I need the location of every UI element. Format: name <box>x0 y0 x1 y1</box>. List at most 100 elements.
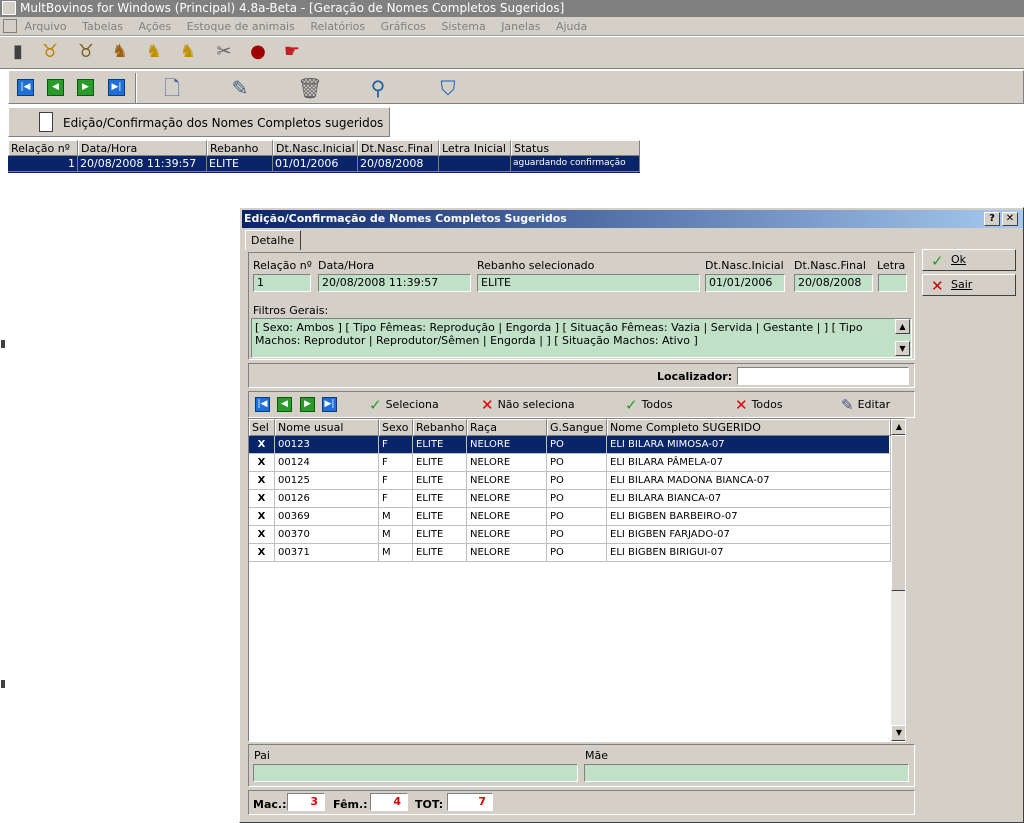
cow-head-icon[interactable]: ♉ <box>38 40 62 64</box>
table-row[interactable]: X 00124 F ELITE NELORE PO ELI BILARA PÂMELA-07 <box>249 454 891 472</box>
splitter-mark[interactable] <box>1 680 5 688</box>
todos-x-button[interactable]: ✕ Todos <box>735 397 783 413</box>
nav-last-icon[interactable]: ▶| <box>108 79 125 96</box>
bomb-icon[interactable]: ● <box>246 40 270 64</box>
cell-sangue: PO <box>547 436 607 454</box>
mae-field[interactable] <box>584 764 909 782</box>
col-sexo[interactable]: Sexo <box>379 419 413 436</box>
col-dt-final[interactable]: Dt.Nasc.Final <box>358 140 439 156</box>
toolbar-separator <box>135 73 137 103</box>
table-row[interactable]: X 00369 M ELITE NELORE PO ELI BIGBEN BARBEIRO-… <box>249 508 891 526</box>
menu-graficos[interactable]: Gráficos <box>381 17 426 36</box>
cell-nome-usual: 00123 <box>275 436 379 454</box>
pai-field[interactable] <box>253 764 578 782</box>
search-icon[interactable]: ⚲ <box>365 75 391 101</box>
col-rebanho[interactable]: Rebanho <box>207 140 273 156</box>
menu-relatorios[interactable]: Relatórios <box>310 17 365 36</box>
menu-tabelas[interactable]: Tabelas <box>82 17 123 36</box>
nav-first-icon[interactable]: |◀ <box>17 79 34 96</box>
col-letra[interactable]: Letra Inicial <box>439 140 511 156</box>
dt-inicial-field[interactable]: 01/01/2006 <box>705 274 785 292</box>
ok-button[interactable]: ✓ Ok <box>922 249 1016 271</box>
book-icon[interactable]: ▮ <box>6 40 30 64</box>
datahora-field[interactable]: 20/08/2008 11:39:57 <box>318 274 471 292</box>
calf-icon[interactable]: ♞ <box>142 40 166 64</box>
editar-button[interactable]: ✎ Editar <box>841 397 890 413</box>
relacao-field[interactable]: 1 <box>253 274 311 292</box>
nav-next-icon[interactable]: ▶ <box>77 79 94 96</box>
dt-final-field[interactable]: 20/08/2008 <box>794 274 873 292</box>
table-row[interactable]: X 00371 M ELITE NELORE PO ELI BIGBEN BIRIGUI-0… <box>249 544 891 562</box>
close-button[interactable]: ✕ <box>1002 212 1018 226</box>
col-sel[interactable]: Sel <box>249 419 275 436</box>
locator-panel: Localizador: <box>248 363 915 388</box>
new-document-icon[interactable]: 🗋 <box>159 75 185 101</box>
col-nome-usual[interactable]: Nome usual <box>275 419 379 436</box>
edit-confirm-header-button[interactable]: Edição/Confirmação dos Nomes Completos s… <box>8 107 390 137</box>
label-rebanho: Rebanho selecionado <box>477 259 595 272</box>
scroll-up-icon[interactable]: ▲ <box>895 319 910 334</box>
trash-icon[interactable]: 🗑 <box>297 75 323 101</box>
col-sugerido[interactable]: Nome Completo SUGERIDO <box>607 419 891 436</box>
scroll-down-icon[interactable]: ▼ <box>891 725 905 741</box>
cell-sel: X <box>249 508 275 526</box>
cell-raca: NELORE <box>467 526 547 544</box>
grid-nav-next-icon[interactable]: ▶ <box>300 397 315 412</box>
col-relacao[interactable]: Relação nº <box>8 140 78 156</box>
cattle-icon[interactable]: ♞ <box>108 40 132 64</box>
cell-rebanho: ELITE <box>413 436 467 454</box>
cell-raca: NELORE <box>467 508 547 526</box>
pointer-icon[interactable]: ☛ <box>280 40 304 64</box>
letra-field[interactable] <box>878 274 907 292</box>
herd-icon[interactable]: ♞ <box>176 40 200 64</box>
col-datahora[interactable]: Data/Hora <box>78 140 207 156</box>
help-button[interactable]: ? <box>984 212 1000 226</box>
col-dt-inicial[interactable]: Dt.Nasc.Inicial <box>273 140 358 156</box>
table-row[interactable]: X 00125 F ELITE NELORE PO ELI BILARA MADONA BI… <box>249 472 891 490</box>
todos-check-button[interactable]: ✓ Todos <box>625 397 673 413</box>
rebanho-field[interactable]: ELITE <box>477 274 700 292</box>
grid-nav-last-icon[interactable]: ▶| <box>322 397 337 412</box>
table-row[interactable]: X 00370 M ELITE NELORE PO ELI BIGBEN FARJADO-0… <box>249 526 891 544</box>
seleciona-button[interactable]: ✓ Seleciona <box>369 397 439 413</box>
scroll-up-icon[interactable]: ▲ <box>891 419 905 435</box>
col-sangue[interactable]: G.Sangue <box>547 419 607 436</box>
menu-estoque[interactable]: Estoque de animais <box>187 17 295 36</box>
scroll-thumb[interactable] <box>891 435 905 591</box>
edit-icon[interactable]: ✎ <box>227 75 253 101</box>
menu-janelas[interactable]: Janelas <box>501 17 540 36</box>
menu-arquivo[interactable]: Arquivo <box>25 17 67 36</box>
confirm-shield-icon[interactable]: ⛉ <box>435 75 461 101</box>
filtros-field[interactable]: [ Sexo: Ambos ] [ Tipo Fêmeas: Reproduçã… <box>251 318 912 358</box>
cell-sel: X <box>249 544 275 562</box>
col-raca[interactable]: Raça <box>467 419 547 436</box>
label-relacao: Relação nº <box>253 259 312 272</box>
tools-icon[interactable]: ✂ <box>212 40 236 64</box>
scroll-down-icon[interactable]: ▼ <box>895 341 910 356</box>
table-row[interactable]: X 00126 F ELITE NELORE PO ELI BILARA BIANCA-07 <box>249 490 891 508</box>
record-toolbar: |◀ ◀ ▶ ▶| 🗋 ✎ 🗑 ⚲ ⛉ <box>8 70 1024 104</box>
cell-nome-usual: 00124 <box>275 454 379 472</box>
label-letra: Letra <box>877 259 906 272</box>
app-icon[interactable] <box>2 1 16 15</box>
col-status[interactable]: Status <box>511 140 640 156</box>
localizador-input[interactable] <box>737 367 909 385</box>
grid-nav-first-icon[interactable]: |◀ <box>255 397 270 412</box>
parents-panel: Pai Mãe <box>248 744 915 787</box>
grid-nav-prev-icon[interactable]: ◀ <box>277 397 292 412</box>
tab-detalhe[interactable]: Detalhe <box>245 230 301 250</box>
grid-scrollbar[interactable]: ▲ ▼ <box>891 419 905 741</box>
sair-button[interactable]: ✕ Sair <box>922 274 1016 296</box>
table-row[interactable]: 1 20/08/2008 11:39:57 ELITE 01/01/2006 2… <box>8 156 640 173</box>
menu-acoes[interactable]: Ações <box>139 17 172 36</box>
table-row[interactable]: X 00123 F ELITE NELORE PO ELI BILARA MIMOSA-07 <box>249 436 891 454</box>
splitter-mark[interactable] <box>1 340 5 348</box>
nao-seleciona-button[interactable]: ✕ Não seleciona <box>481 397 575 413</box>
menu-ajuda[interactable]: Ajuda <box>556 17 587 36</box>
nav-prev-icon[interactable]: ◀ <box>47 79 64 96</box>
menu-sistema[interactable]: Sistema <box>441 17 485 36</box>
document-menu-icon[interactable] <box>3 19 17 33</box>
cell-nome-usual: 00370 <box>275 526 379 544</box>
col-rebanho[interactable]: Rebanho <box>413 419 467 436</box>
bull-icon[interactable]: ♉ <box>74 40 98 64</box>
